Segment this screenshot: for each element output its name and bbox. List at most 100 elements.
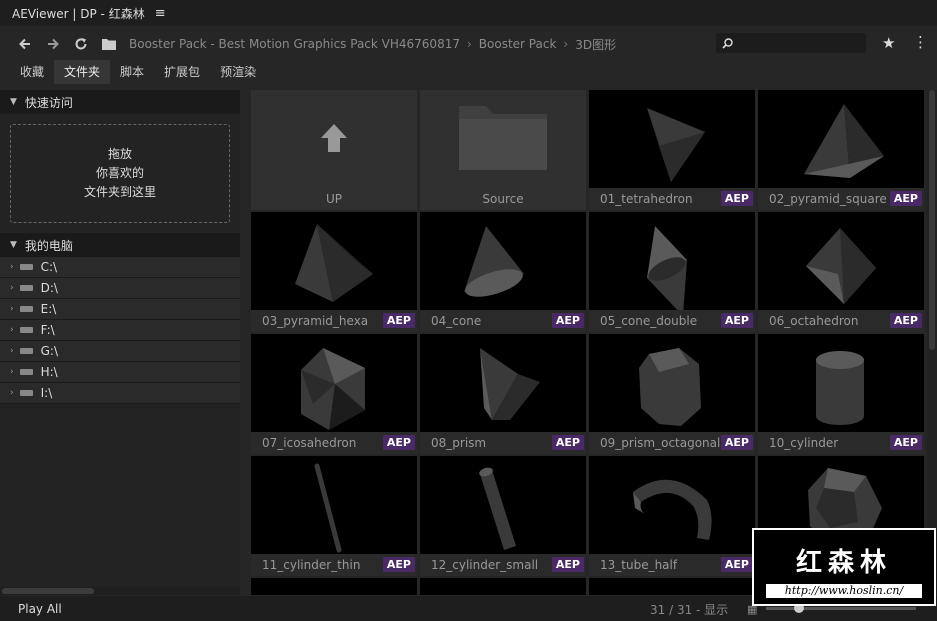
folder-dropzone[interactable]: 拖放 你喜欢的 文件夹到这里 [10, 124, 230, 223]
grid-item[interactable] [251, 578, 417, 595]
tab-folders[interactable]: 文件夹 [54, 60, 111, 84]
shape-thumbnail [301, 348, 365, 430]
grid-item[interactable]: 06_octahedron AEP [758, 212, 924, 332]
tab-prerender[interactable]: 预渲染 [210, 60, 266, 84]
sidebar-drive-item[interactable]: › I:\ [0, 383, 240, 404]
grid-item[interactable]: 13_tube_half AEP [589, 456, 755, 576]
arrow-right-icon[interactable] [39, 30, 67, 58]
play-all-button[interactable]: Play All [18, 602, 62, 616]
grid-item[interactable]: 04_cone AEP [420, 212, 586, 332]
hard-drive-icon [19, 306, 33, 312]
hamburger-icon[interactable]: ≡ [155, 6, 166, 21]
chevron-right-icon: › [10, 367, 14, 377]
search-box [716, 33, 866, 53]
aep-badge: AEP [720, 191, 753, 206]
my-computer-header[interactable]: ▼ 我的电脑 [0, 233, 240, 257]
item-label: Source [420, 188, 586, 210]
chevron-right-icon: › [10, 304, 14, 314]
file-grid: UP Source 01_tetrahedron AEP 02_pyramid_squa… [251, 90, 924, 595]
grid-item[interactable]: 08_prism AEP [420, 334, 586, 454]
arrow-left-icon[interactable] [11, 30, 39, 58]
grid-item[interactable]: Source [420, 90, 586, 210]
sidebar-drive-item[interactable]: › D:\ [0, 278, 240, 299]
grid-item[interactable]: 10_cylinder AEP [758, 334, 924, 454]
watermark-url: http://www.hoslin.cn/ [766, 584, 922, 598]
grid-item[interactable]: 11_cylinder_thin AEP [251, 456, 417, 576]
tab-extensions[interactable]: 扩展包 [154, 60, 210, 84]
sidebar-drive-item[interactable]: › H:\ [0, 362, 240, 383]
hard-drive-icon [19, 390, 33, 396]
more-vertical-icon[interactable]: ⋮ [913, 33, 928, 51]
sidebar-scrollbar[interactable] [0, 587, 240, 595]
aep-badge: AEP [382, 313, 415, 328]
aep-badge: AEP [889, 313, 922, 328]
dropzone-text: 文件夹到这里 [83, 185, 156, 199]
item-count: 31 / 31 - 显示 [650, 603, 729, 617]
aep-badge: AEP [551, 435, 584, 450]
sidebar: ▼ 快速访问 拖放 你喜欢的 文件夹到这里 ▼ 我的电脑 › C:\ › D:\ › E:… [0, 90, 240, 595]
app-title: AEViewer | DP - 红森林 [12, 6, 145, 21]
refresh-icon[interactable] [67, 30, 95, 58]
quick-access-title: 快速访问 [24, 95, 73, 110]
grid-scrollbar[interactable] [927, 90, 937, 595]
shape-thumbnail [816, 351, 864, 425]
chevron-right-icon: › [10, 262, 14, 272]
sidebar-drive-item[interactable]: › E:\ [0, 299, 240, 320]
shape-thumbnail [464, 226, 524, 297]
chevron-right-icon: › [10, 388, 14, 398]
grid-item[interactable]: 05_cone_double AEP [589, 212, 755, 332]
grid-item[interactable] [420, 578, 586, 595]
shape-thumbnail [647, 108, 705, 182]
grid-item[interactable] [589, 578, 755, 595]
aep-badge: AEP [889, 191, 922, 206]
grid-item[interactable]: 07_icosahedron AEP [251, 334, 417, 454]
dropzone-text: 拖放 [107, 147, 132, 161]
drive-label: F:\ [40, 323, 55, 337]
shape-thumbnail [804, 104, 884, 178]
aep-badge: AEP [720, 435, 753, 450]
sidebar-drive-item[interactable]: › F:\ [0, 320, 240, 341]
tab-favorites[interactable]: 收藏 [10, 60, 54, 84]
breadcrumb-item[interactable]: Booster Pack [479, 37, 557, 51]
shape-thumbnail [639, 348, 701, 426]
tab-scripts[interactable]: 脚本 [110, 60, 154, 84]
aep-badge: AEP [382, 557, 415, 572]
hard-drive-icon [19, 348, 33, 354]
sidebar-drive-item[interactable]: › C:\ [0, 257, 240, 278]
grid-item[interactable]: 01_tetrahedron AEP [589, 90, 755, 210]
drive-label: H:\ [40, 365, 58, 379]
sidebar-drive-item[interactable]: › G:\ [0, 341, 240, 362]
hard-drive-icon [19, 264, 33, 270]
chevron-right-icon: › [466, 37, 472, 51]
hard-drive-icon [19, 327, 33, 333]
grid-item[interactable]: UP [251, 90, 417, 210]
quick-access-header[interactable]: ▼ 快速访问 [0, 90, 240, 114]
aep-badge: AEP [720, 557, 753, 572]
watermark: 红森林 http://www.hoslin.cn/ [752, 528, 936, 606]
chevron-right-icon: › [10, 346, 14, 356]
title-bar: AEViewer | DP - 红森林 ≡ [0, 0, 937, 26]
grid-item[interactable]: 12_cylinder_small AEP [420, 456, 586, 576]
grid-item[interactable]: 03_pyramid_hexa AEP [251, 212, 417, 332]
breadcrumb-item[interactable]: 3D图形 [575, 36, 616, 53]
watermark-title: 红森林 [795, 548, 892, 578]
folder-icon [459, 106, 547, 170]
navigation-bar: Booster Pack - Best Motion Graphics Pack… [0, 30, 937, 58]
arrow-up-icon [321, 124, 347, 152]
folder-icon[interactable] [95, 30, 123, 58]
drive-label: D:\ [40, 281, 58, 295]
breadcrumb: Booster Pack - Best Motion Graphics Pack… [129, 36, 616, 53]
breadcrumb-item[interactable]: Booster Pack - Best Motion Graphics Pack… [129, 37, 460, 51]
tab-bar: 收藏 文件夹 脚本 扩展包 预渲染 [10, 60, 266, 84]
aep-badge: AEP [551, 557, 584, 572]
chevron-right-icon: › [563, 37, 569, 51]
shape-thumbnail [647, 226, 687, 310]
chevron-down-icon: ▼ [10, 97, 17, 107]
search-input[interactable] [737, 36, 857, 50]
chevron-right-icon: › [10, 283, 14, 293]
thumbnail-size-slider[interactable] [766, 603, 916, 613]
hard-drive-icon [19, 285, 33, 291]
grid-item[interactable]: 09_prism_octagonal AEP [589, 334, 755, 454]
grid-item[interactable]: 02_pyramid_square AEP [758, 90, 924, 210]
star-icon[interactable]: ★ [882, 34, 895, 52]
